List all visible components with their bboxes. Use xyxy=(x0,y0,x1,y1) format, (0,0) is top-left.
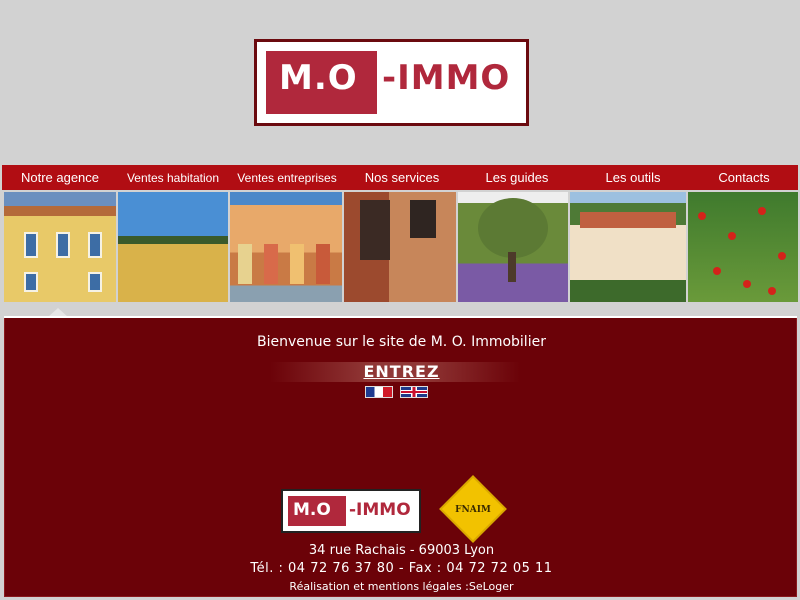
photo-old-facade xyxy=(344,192,456,302)
photo-yellow-house xyxy=(4,192,116,302)
photo-lavender-olive-tree xyxy=(458,192,568,302)
photo-wheat-field xyxy=(118,192,228,302)
enter-link[interactable]: ENTREZ xyxy=(5,362,798,381)
nav-item-nos-services[interactable]: Nos services xyxy=(346,170,458,185)
photo-harbor-town xyxy=(230,192,342,302)
welcome-panel: Bienvenue sur le site de M. O. Immobilie… xyxy=(4,317,797,597)
nav-item-ventes-entreprises[interactable]: Ventes entreprises xyxy=(228,171,346,185)
footer-logo-immo: -IMMO xyxy=(349,500,411,520)
footer-logo-mo: M.O xyxy=(293,500,331,520)
photo-strip xyxy=(4,192,798,302)
main-nav: Notre agence Ventes habitation Ventes en… xyxy=(2,165,798,190)
address-text: 34 rue Rachais - 69003 Lyon xyxy=(308,543,495,558)
site-logo[interactable]: M.O -IMMO xyxy=(254,39,529,126)
legal-prefix: Réalisation et mentions légales : xyxy=(289,580,469,593)
photo-villa xyxy=(570,192,686,302)
logo-text-mo: M.O xyxy=(279,58,358,98)
fnaim-text: FNAIM xyxy=(455,505,491,515)
welcome-text: Bienvenue sur le site de M. O. Immobilie… xyxy=(257,334,546,350)
nav-item-les-outils[interactable]: Les outils xyxy=(576,170,690,185)
nav-item-notre-agence[interactable]: Notre agence xyxy=(2,170,118,185)
flag-uk-icon[interactable] xyxy=(400,386,428,398)
nav-item-les-guides[interactable]: Les guides xyxy=(458,170,576,185)
seloger-link[interactable]: SeLoger xyxy=(469,580,514,593)
logo-text-immo: -IMMO xyxy=(382,58,511,98)
flag-france-icon[interactable] xyxy=(365,386,393,398)
nav-item-ventes-habitation[interactable]: Ventes habitation xyxy=(118,171,228,185)
fnaim-logo: FNAIM xyxy=(437,477,509,541)
phone-fax-text: Tél. : 04 72 76 37 80 - Fax : 04 72 72 0… xyxy=(250,561,553,576)
panel-top-border xyxy=(4,316,797,318)
photo-poppy-field xyxy=(688,192,798,302)
footer-logo: M.O -IMMO xyxy=(281,489,421,533)
nav-item-contacts[interactable]: Contacts xyxy=(690,170,798,185)
legal-line: Réalisation et mentions légales :SeLoger xyxy=(5,580,798,593)
